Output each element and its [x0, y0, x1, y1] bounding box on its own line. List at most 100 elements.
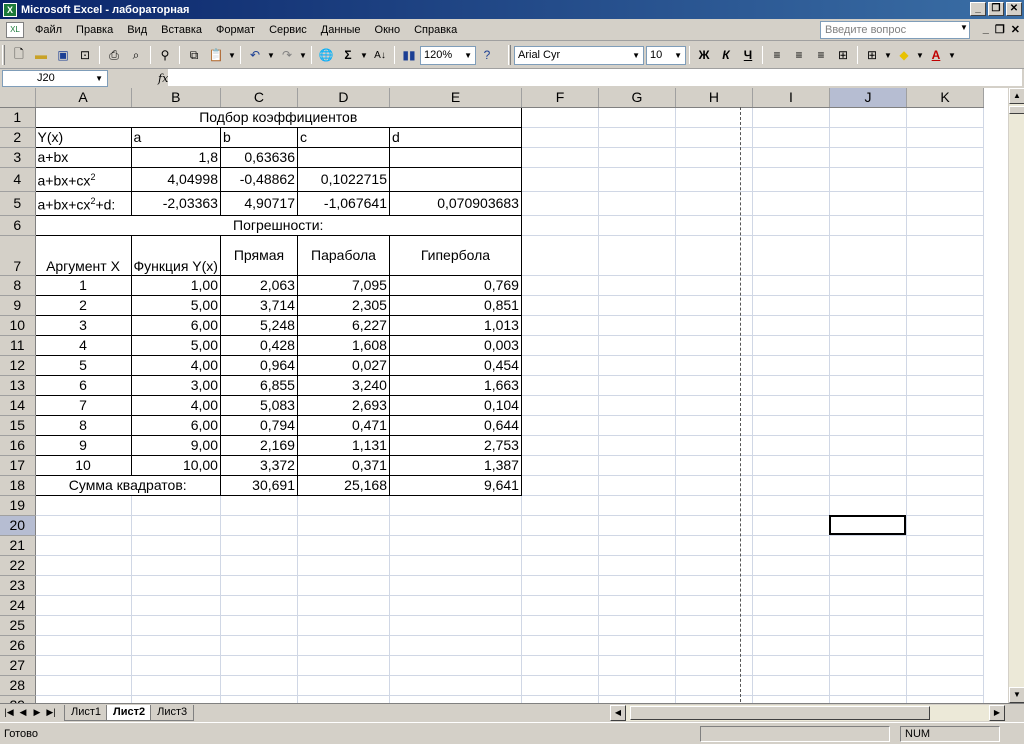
cell[interactable]: 0,104 — [388, 394, 522, 416]
bold-button[interactable]: Ж — [693, 44, 715, 66]
cell[interactable]: 0,471 — [296, 414, 390, 436]
cell[interactable] — [906, 355, 984, 376]
cell[interactable] — [297, 595, 390, 616]
cell[interactable] — [752, 675, 830, 696]
cell[interactable] — [598, 191, 676, 216]
chevron-down-icon[interactable]: ▼ — [298, 44, 308, 66]
errors-title-cell[interactable]: Погрешности: — [34, 214, 522, 236]
sheet-title-cell[interactable]: Подбор коэффициентов — [34, 106, 522, 128]
cell[interactable] — [521, 675, 599, 696]
cell[interactable]: 4,90717 — [219, 190, 298, 216]
cell[interactable] — [35, 655, 132, 676]
cell[interactable] — [297, 535, 390, 556]
cell[interactable] — [521, 167, 599, 192]
cell[interactable]: 0,454 — [388, 354, 522, 376]
cell[interactable]: 6,00 — [130, 414, 221, 436]
cell[interactable] — [131, 555, 221, 576]
column-header[interactable]: B — [131, 88, 221, 108]
scroll-thumb[interactable] — [630, 706, 930, 720]
cell[interactable] — [906, 215, 984, 236]
cell[interactable] — [906, 127, 984, 148]
cell[interactable]: 4,04998 — [130, 166, 221, 192]
cell[interactable] — [521, 147, 599, 168]
row-header[interactable]: 3 — [0, 147, 36, 168]
row-header[interactable]: 15 — [0, 415, 36, 436]
cell[interactable] — [220, 535, 298, 556]
cell[interactable] — [598, 435, 676, 456]
cell[interactable] — [906, 655, 984, 676]
row-header[interactable]: 29 — [0, 695, 36, 703]
cell[interactable] — [906, 535, 984, 556]
row-header[interactable]: 16 — [0, 435, 36, 456]
cell[interactable] — [829, 295, 907, 316]
row-header[interactable]: 11 — [0, 335, 36, 356]
cell[interactable] — [297, 515, 390, 536]
cell[interactable] — [752, 455, 830, 476]
cell[interactable] — [829, 107, 907, 128]
print-preview-icon[interactable]: ⌕ — [125, 44, 147, 66]
cell[interactable] — [131, 515, 221, 536]
cell[interactable]: Функция Y(x) — [130, 234, 221, 276]
row-header[interactable]: 6 — [0, 215, 36, 236]
cell[interactable] — [388, 166, 522, 192]
cell[interactable] — [906, 395, 984, 416]
cell[interactable]: 1,131 — [296, 434, 390, 456]
cell[interactable] — [752, 495, 830, 516]
cell[interactable] — [829, 127, 907, 148]
cell[interactable]: 0,794 — [219, 414, 298, 436]
excel-app-icon[interactable]: X — [3, 2, 17, 17]
cell[interactable]: 1,013 — [388, 314, 522, 336]
menu-help[interactable]: Справка — [407, 24, 464, 36]
cell[interactable] — [752, 295, 830, 316]
cell[interactable] — [598, 275, 676, 296]
cell[interactable] — [598, 675, 676, 696]
cell[interactable]: 2,063 — [219, 274, 298, 296]
cell[interactable]: 0,027 — [296, 354, 390, 376]
worksheet-grid[interactable]: A B C D E F G H I J K 1 Подбор коэффицие… — [0, 88, 1008, 703]
cell[interactable]: -1,067641 — [296, 190, 390, 216]
cell[interactable]: a — [130, 126, 221, 148]
cell[interactable] — [906, 191, 984, 216]
cell[interactable] — [297, 495, 390, 516]
cell[interactable] — [829, 275, 907, 296]
column-header[interactable]: F — [521, 88, 599, 108]
cell[interactable] — [131, 535, 221, 556]
cell[interactable] — [297, 695, 390, 703]
cell[interactable]: a+bx+cx2 — [34, 166, 132, 192]
column-header[interactable]: H — [675, 88, 753, 108]
row-header[interactable]: 20 — [0, 515, 36, 536]
cell[interactable] — [35, 515, 132, 536]
column-header[interactable]: E — [389, 88, 522, 108]
cell[interactable] — [220, 695, 298, 703]
cell[interactable] — [598, 495, 676, 516]
cell[interactable]: 6,855 — [219, 374, 298, 396]
cell[interactable] — [829, 635, 907, 656]
cell[interactable] — [131, 695, 221, 703]
cell[interactable] — [521, 375, 599, 396]
cell[interactable] — [829, 475, 907, 496]
cell[interactable] — [598, 475, 676, 496]
cell[interactable] — [906, 147, 984, 168]
cell[interactable]: a+bx — [34, 146, 132, 168]
cell[interactable] — [906, 167, 984, 192]
row-header[interactable]: 26 — [0, 635, 36, 656]
cell[interactable] — [906, 335, 984, 356]
cell[interactable] — [752, 355, 830, 376]
row-header[interactable]: 27 — [0, 655, 36, 676]
row-header[interactable]: 28 — [0, 675, 36, 696]
cell[interactable]: 9,00 — [130, 434, 221, 456]
cell[interactable] — [521, 107, 599, 128]
cell[interactable] — [829, 147, 907, 168]
cell[interactable] — [521, 295, 599, 316]
cell[interactable]: 6,227 — [296, 314, 390, 336]
cell[interactable] — [752, 191, 830, 216]
menu-window[interactable]: Окно — [368, 24, 408, 36]
cell[interactable] — [829, 235, 907, 276]
cell[interactable] — [521, 655, 599, 676]
cell[interactable] — [598, 215, 676, 236]
cell[interactable] — [521, 335, 599, 356]
cell[interactable]: Гипербола — [388, 234, 522, 276]
align-center-icon[interactable]: ≡ — [788, 44, 810, 66]
cell[interactable] — [752, 535, 830, 556]
cell[interactable]: Прямая — [219, 234, 298, 276]
